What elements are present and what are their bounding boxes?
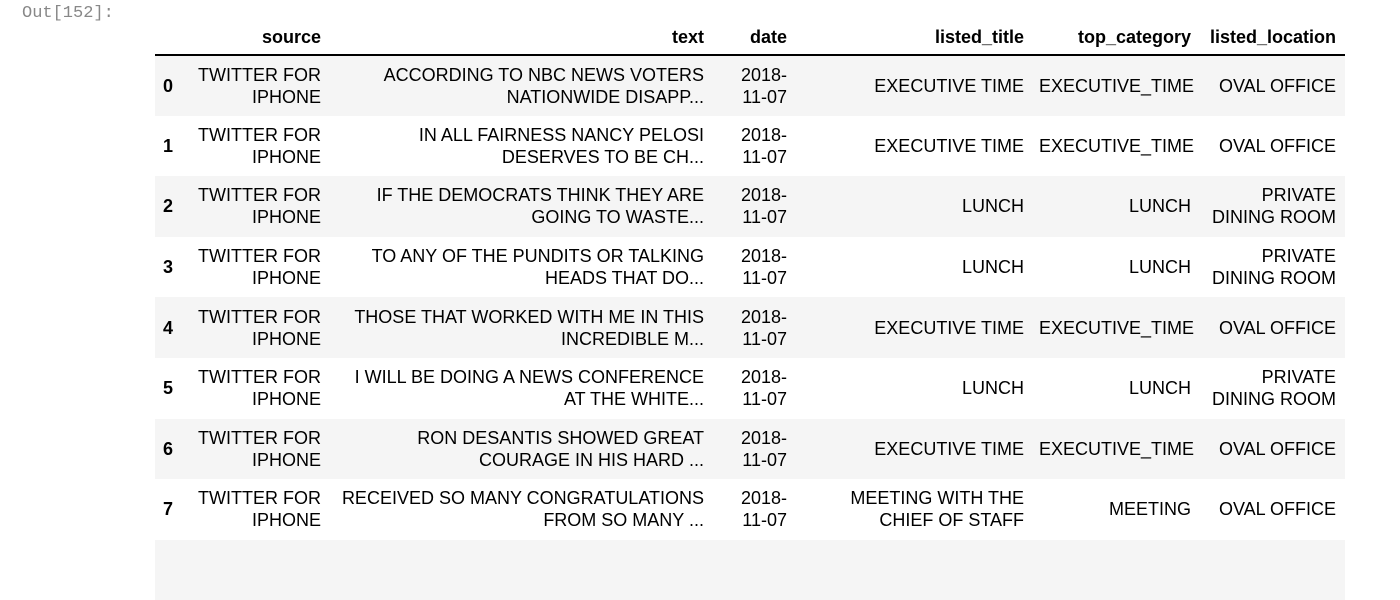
cell-source: TWITTER FOR IPHONE	[198, 64, 321, 107]
cell-date: 2018- 11-07	[740, 306, 787, 349]
cell-text: IN ALL FAIRNESS NANCY PELOSI DESERVES TO…	[418, 124, 704, 167]
cell-source: TWITTER FOR IPHONE	[198, 367, 321, 410]
table-row: 5 TWITTER FOR IPHONE I WILL BE DOING A NEW…	[155, 358, 1345, 419]
cell-text: I WILL BE DOING A NEWS CONFERENCE AT THE…	[354, 367, 704, 410]
cell-date: 2018- 11-07	[740, 64, 787, 107]
cell-listed-title: EXECUTIVE TIME	[874, 75, 1024, 96]
cell-top-category: LUNCH	[1128, 378, 1191, 399]
cell-index: 1	[163, 135, 174, 156]
cell-date: 2018- 11-07	[740, 185, 787, 228]
cell-date: 2018- 11-07	[740, 367, 787, 410]
cell-index: 0	[163, 75, 174, 96]
cell-index: 2	[163, 196, 174, 217]
table-row-partial	[155, 539, 1345, 600]
cell-text: RON DESANTIS SHOWED GREAT COURAGE IN HIS…	[417, 427, 704, 470]
cell-source: TWITTER FOR IPHONE	[198, 427, 321, 470]
cell-date: 2018- 11-07	[740, 488, 787, 531]
cell-top-category: MEETING	[1108, 499, 1191, 520]
cell-index: 7	[163, 499, 174, 520]
cell-index: 6	[163, 438, 174, 459]
cell-listed-location: PRIVATE DINING ROOM	[1212, 246, 1336, 289]
header-source: source	[190, 20, 330, 56]
cell-date: 2018- 11-07	[740, 427, 787, 470]
cell-text: RECEIVED SO MANY CONGRATULATIONS FROM SO…	[341, 488, 704, 531]
cell-listed-title: LUNCH	[961, 378, 1024, 399]
cell-source: TWITTER FOR IPHONE	[198, 124, 321, 167]
cell-listed-location: OVAL OFFICE	[1218, 75, 1336, 96]
table-row: 6 TWITTER FOR IPHONE RON DESANTIS SHOWED G…	[155, 418, 1345, 480]
cell-top-category: EXECUTIVE_TIME	[1039, 438, 1195, 459]
cell-date: 2018- 11-07	[740, 124, 787, 167]
table-row: 0 TWITTER FOR IPHONE ACCORDING TO NBC NEWS…	[155, 55, 1345, 116]
cell-text: IF THE DEMOCRATS THINK THEY ARE GOING TO…	[376, 185, 704, 228]
cell-listed-title: MEETING WITH THE CHIEF OF STAFF	[850, 488, 1024, 531]
header-listed-location: listed_location	[1200, 20, 1345, 56]
cell-listed-location: PRIVATE DINING ROOM	[1212, 367, 1336, 410]
cell-text: ACCORDING TO NBC NEWS VOTERS NATIONWIDE …	[383, 64, 704, 107]
cell-text: THOSE THAT WORKED WITH ME IN THIS INCRED…	[354, 306, 704, 349]
cell-source: TWITTER FOR IPHONE	[198, 488, 321, 531]
header-row: source text date listed_title top_catego…	[155, 20, 1345, 56]
table-row: 1 TWITTER FOR IPHONE IN ALL FAIRNESS NANCY…	[155, 116, 1345, 177]
cell-listed-location: OVAL OFFICE	[1218, 438, 1336, 459]
dataframe-table: source text date listed_title top_catego…	[155, 20, 1345, 600]
cell-source: TWITTER FOR IPHONE	[198, 246, 321, 289]
cell-top-category: LUNCH	[1128, 196, 1191, 217]
output-prompt: Out[152]:	[22, 4, 114, 23]
table-row: 2 TWITTER FOR IPHONE IF THE DEMOCRATS THIN…	[155, 176, 1345, 237]
cell-index: 5	[163, 378, 174, 399]
cell-index: 3	[163, 257, 174, 278]
cell-listed-title: EXECUTIVE TIME	[874, 135, 1024, 156]
cell-listed-location: OVAL OFFICE	[1218, 317, 1336, 338]
cell-source: TWITTER FOR IPHONE	[198, 306, 321, 349]
cell-index: 4	[163, 317, 174, 338]
table-row: 3 TWITTER FOR IPHONE TO ANY OF THE PUNDITS…	[155, 237, 1345, 298]
cell-listed-title: EXECUTIVE TIME	[874, 317, 1024, 338]
cell-listed-title: LUNCH	[961, 257, 1024, 278]
cell-listed-title: EXECUTIVE TIME	[874, 438, 1024, 459]
cell-top-category: EXECUTIVE_TIME	[1039, 317, 1195, 338]
table-row: 7 TWITTER FOR IPHONE RECEIVED SO MANY CONG…	[155, 479, 1345, 540]
cell-top-category: EXECUTIVE_TIME	[1039, 135, 1195, 156]
header-text: text	[330, 20, 713, 56]
header-index	[155, 20, 190, 56]
header-date: date	[713, 20, 796, 56]
cell-listed-location: PRIVATE DINING ROOM	[1212, 185, 1336, 228]
cell-listed-location: OVAL OFFICE	[1218, 499, 1336, 520]
cell-top-category: LUNCH	[1128, 257, 1191, 278]
cell-listed-title: LUNCH	[961, 196, 1024, 217]
header-top-category: top_category	[1033, 20, 1200, 56]
cell-source: TWITTER FOR IPHONE	[198, 185, 321, 228]
cell-date: 2018- 11-07	[740, 246, 787, 289]
cell-text: TO ANY OF THE PUNDITS OR TALKING HEADS T…	[371, 246, 704, 289]
cell-listed-location: OVAL OFFICE	[1218, 135, 1336, 156]
header-listed-title: listed_title	[796, 20, 1033, 56]
cell-top-category: EXECUTIVE_TIME	[1039, 75, 1195, 96]
table-row: 4 TWITTER FOR IPHONE THOSE THAT WORKED WIT…	[155, 297, 1345, 358]
